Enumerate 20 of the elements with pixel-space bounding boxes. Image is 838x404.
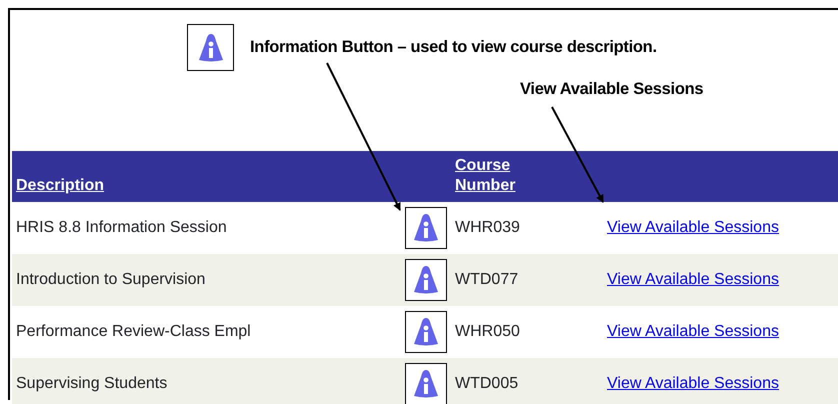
course-number: WHR050 xyxy=(455,323,520,340)
annotation-text: Information Button – used to view course description. xyxy=(250,37,657,58)
column-header-link[interactable]: Description xyxy=(16,177,104,194)
course-number: WTD005 xyxy=(455,375,518,392)
view-sessions-link[interactable]: View Available Sessions xyxy=(607,375,779,392)
course-description: Performance Review-Class Empl xyxy=(16,323,251,340)
info-button[interactable] xyxy=(405,259,447,301)
annotation-text: View Available Sessions xyxy=(520,79,704,100)
view-sessions-link[interactable]: View Available Sessions xyxy=(607,323,779,340)
info-button[interactable] xyxy=(405,363,447,404)
view-sessions-link[interactable]: View Available Sessions xyxy=(607,219,779,236)
course-description: Introduction to Supervision xyxy=(16,271,206,288)
course-number: WTD077 xyxy=(455,271,518,288)
view-sessions-link[interactable]: View Available Sessions xyxy=(607,271,779,288)
course-description: HRIS 8.8 Information Session xyxy=(16,219,227,236)
column-header-link[interactable]: Course Number xyxy=(455,156,535,196)
info-button[interactable] xyxy=(405,311,447,353)
course-description: Supervising Students xyxy=(16,375,168,392)
course-number: WHR039 xyxy=(455,219,520,236)
info-button[interactable] xyxy=(405,207,447,249)
